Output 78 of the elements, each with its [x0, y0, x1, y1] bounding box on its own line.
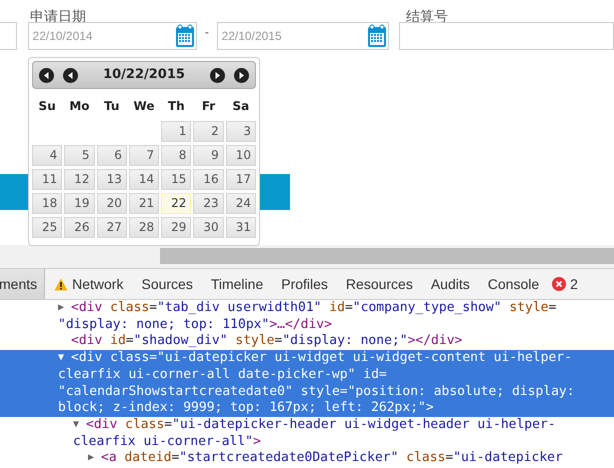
devtools-tab[interactable]: Sources — [132, 269, 202, 299]
weekday-label: Su — [38, 98, 57, 115]
warning-icon — [54, 278, 68, 290]
markup-line: <div id="shadow_div" style="display: none;"></div> — [71, 333, 462, 350]
devtools-tab[interactable]: Timeline — [202, 269, 272, 299]
day-cell[interactable]: 20 — [96, 193, 127, 214]
markup-line: <a dateid="startcreatedate0DatePicker" class="ui-datepicker — [101, 450, 563, 468]
weekday-label: We — [132, 98, 156, 115]
weekday-label: Sa — [231, 98, 250, 115]
day-cell[interactable]: 4 — [32, 145, 62, 166]
day-cell[interactable]: 9 — [193, 145, 224, 166]
day-cell[interactable]: 31 — [226, 217, 256, 238]
range-separator: - — [204, 24, 210, 41]
weekday-label: Fr — [200, 98, 216, 115]
day-cell[interactable]: 10 — [226, 145, 256, 166]
day-cell[interactable]: 15 — [161, 169, 192, 190]
triangle-icon[interactable]: ▼ — [73, 416, 86, 434]
devtools-tab[interactable]: Network — [45, 269, 132, 299]
markup-line: clearfix ui-corner-all date-picker-wp" id= — [58, 366, 387, 384]
scrollbar-thumb[interactable] — [160, 248, 614, 264]
previous-icon[interactable] — [63, 68, 78, 82]
day-cell[interactable]: 21 — [128, 193, 160, 214]
devtools-tab[interactable]: Resources — [336, 269, 422, 299]
month-title: 10/22/2015 — [102, 66, 186, 84]
calendar-icon[interactable] — [366, 24, 387, 48]
day-cell[interactable]: 17 — [226, 169, 256, 190]
devtools-tab[interactable]: Console — [478, 269, 548, 299]
error-count: 2 — [570, 274, 578, 294]
field-value: 22/10/2015 — [222, 28, 282, 45]
day-cell[interactable]: 1 — [161, 121, 192, 142]
day-cell[interactable]: 16 — [193, 169, 224, 190]
weekday-label: Th — [166, 98, 186, 115]
field-value: 22/10/2014 — [32, 28, 93, 45]
next-icon[interactable] — [234, 68, 249, 82]
day-cell[interactable]: 8 — [161, 145, 192, 166]
day-cell[interactable]: 19 — [64, 193, 95, 214]
day-cell[interactable]: 24 — [226, 193, 256, 214]
devtools-tab[interactable]: ments — [0, 269, 46, 299]
markup-line: <div class="ui-datepicker-header ui-widget-header ui-helper- — [86, 416, 556, 434]
day-cell[interactable]: 12 — [64, 169, 95, 190]
markup-line: block; z-index: 9999; top: 167px; left: 262px;"> — [58, 400, 434, 417]
day-cell[interactable]: 18 — [32, 193, 62, 214]
input-field[interactable] — [398, 22, 614, 50]
calendar-icon[interactable] — [174, 24, 195, 48]
triangle-icon[interactable]: ▶ — [58, 300, 71, 317]
weekday-label: Mo — [68, 98, 91, 115]
next-icon[interactable] — [210, 68, 225, 82]
markup-line: "display: none; top: 110px">…</div> — [58, 316, 332, 334]
previous-icon[interactable] — [39, 68, 54, 82]
day-cell[interactable]: 7 — [128, 145, 160, 166]
markup-line: "calendarShowstartcreatedate0" style="position: absolute; display: — [58, 384, 575, 400]
day-cell[interactable]: 3 — [226, 121, 256, 142]
day-cell[interactable]: 22 — [161, 193, 192, 214]
weekday-label: Tu — [102, 98, 120, 115]
day-cell[interactable]: 26 — [64, 217, 95, 238]
day-cell[interactable]: 2 — [193, 121, 224, 142]
markup-line: <div class="tab_div userwidth01" id="company_type_show" style= — [71, 300, 556, 317]
day-cell[interactable]: 28 — [128, 217, 160, 238]
day-cell[interactable]: 23 — [193, 193, 224, 214]
input-field[interactable] — [0, 22, 17, 50]
day-cell[interactable]: 29 — [161, 217, 192, 238]
day-cell[interactable]: 30 — [193, 217, 224, 238]
field-label: 申请日期 — [30, 7, 87, 22]
day-cell[interactable]: 27 — [96, 217, 127, 238]
day-cell[interactable]: 11 — [32, 169, 62, 190]
markup-line: <div class="ui-datepicker ui-widget ui-widget-content ui-helper- — [71, 350, 572, 367]
error-icon[interactable] — [552, 277, 566, 291]
day-cell[interactable]: 5 — [64, 145, 95, 166]
triangle-icon[interactable]: ▼ — [58, 350, 71, 367]
devtools-tab[interactable]: Audits — [422, 269, 479, 299]
markup-line: clearfix ui-corner-all"> — [73, 434, 261, 450]
day-cell[interactable]: 14 — [128, 169, 160, 190]
day-cell[interactable]: 25 — [32, 217, 62, 238]
devtools-tab[interactable]: Profiles — [272, 269, 337, 299]
field-label: 结算号 — [406, 7, 448, 22]
day-cell[interactable]: 6 — [96, 145, 127, 166]
day-cell[interactable]: 13 — [96, 169, 127, 190]
triangle-icon[interactable]: ▶ — [88, 450, 101, 468]
